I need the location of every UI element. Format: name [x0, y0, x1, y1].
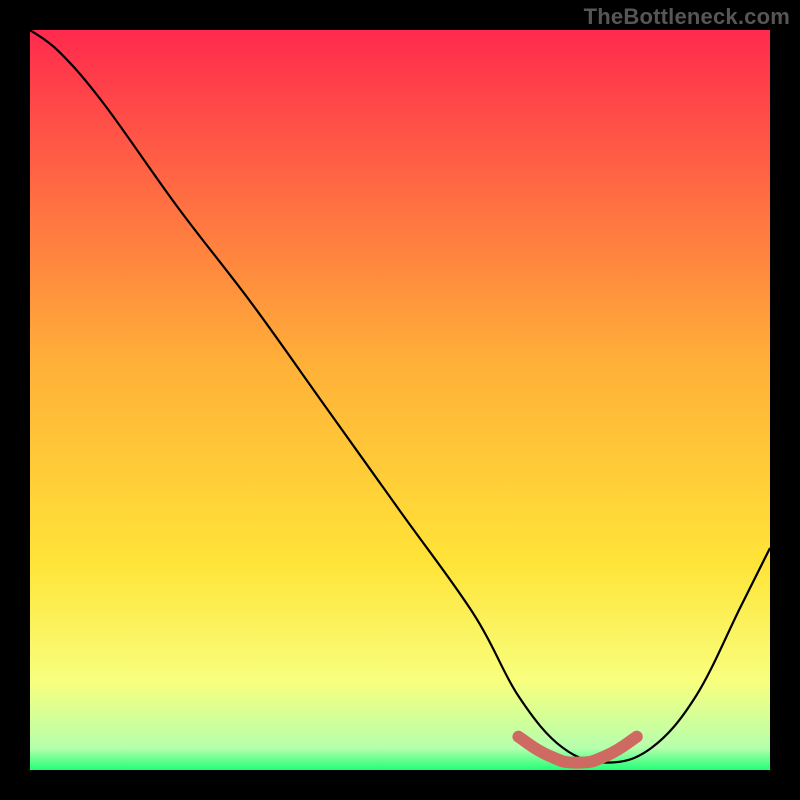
gradient-background [30, 30, 770, 770]
chart-container: TheBottleneck.com [0, 0, 800, 800]
watermark-text: TheBottleneck.com [584, 4, 790, 30]
plot-area [30, 30, 770, 770]
